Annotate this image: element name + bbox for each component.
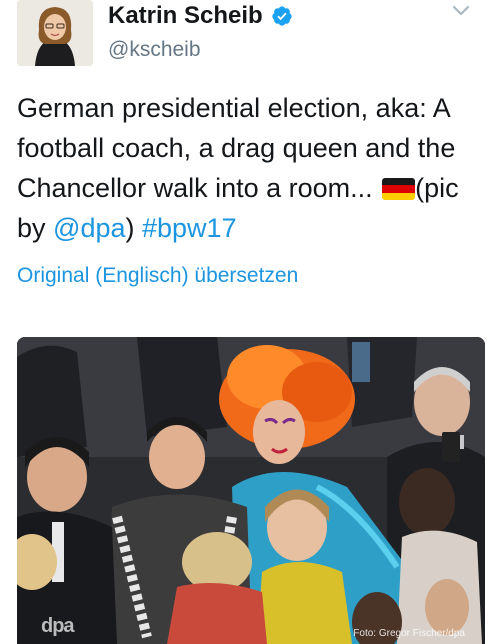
tweet-text-close: ) [125,213,142,243]
hashtag-link[interactable]: #bpw17 [142,213,237,243]
tweet-text: German presidential election, aka: A foo… [17,88,487,248]
tweet-photo[interactable]: dpa Foto: Gregor Fischer/dpa [17,337,485,644]
dpa-watermark: dpa [41,615,75,637]
mention-link[interactable]: @dpa [53,213,125,243]
author-name[interactable]: Katrin Scheib [108,2,263,30]
author-name-row: Katrin Scheib [108,2,293,30]
chevron-down-icon[interactable] [451,4,471,18]
avatar-image [17,0,93,66]
author-handle[interactable]: @kscheib [108,38,201,62]
translate-link[interactable]: Original (Englisch) übersetzen [17,264,298,288]
verified-badge-icon [272,6,292,26]
photo-credit: Foto: Gregor Fischer/dpa [353,628,465,639]
photo-image [17,337,485,644]
avatar[interactable] [17,0,93,66]
germany-flag-icon [382,178,416,200]
